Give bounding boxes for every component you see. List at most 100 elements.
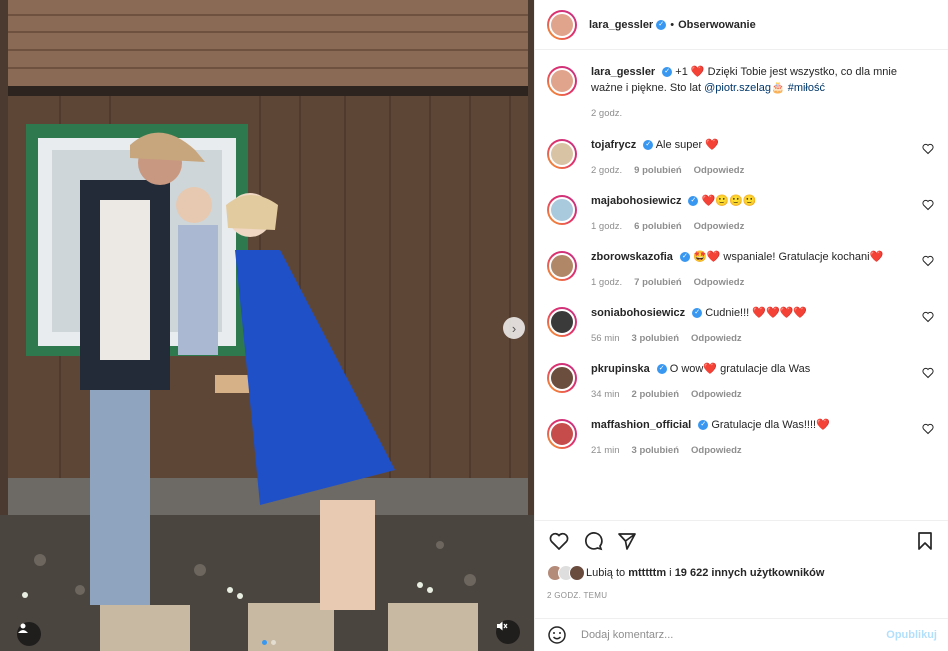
comment-icon	[585, 531, 603, 550]
comment-like-heart-icon[interactable]	[922, 199, 934, 211]
comment-likes[interactable]: 2 polubień	[632, 389, 680, 400]
caption-text: lara_gessler ✓ +1 ❤️ Dzięki Tobie jest ws…	[591, 64, 914, 96]
tagged-users-button[interactable]	[17, 622, 41, 646]
header-separator: •	[670, 18, 675, 31]
caption-row: lara_gessler ✓ +1 ❤️ Dzięki Tobie jest ws…	[547, 64, 936, 119]
commenter-avatar[interactable]	[547, 363, 577, 393]
comment-like-heart-icon[interactable]	[922, 255, 934, 267]
next-media-button[interactable]: ›	[503, 317, 525, 339]
heart-outline-icon	[549, 532, 569, 550]
follow-status-button[interactable]: Obserwowanie	[678, 19, 756, 31]
post-comment-button[interactable]: Opublikuj	[886, 629, 937, 641]
comment-body: O wow❤️ gratulacje dla Was	[669, 363, 811, 375]
verified-badge-icon: ✓	[692, 308, 703, 319]
comments-list[interactable]: lara_gessler ✓ +1 ❤️ Dzięki Tobie jest ws…	[535, 50, 948, 520]
post-header: lara_gessler ✓ • Obserwowanie	[535, 0, 948, 50]
post-sidebar: lara_gessler ✓ • Obserwowanie lara_gessl…	[534, 0, 948, 651]
comment-text: zborowskazofia ✓ 🤩❤️ wspaniale! Gratulacj…	[591, 249, 914, 265]
comment-likes[interactable]: 6 polubień	[634, 221, 682, 232]
comment-row: soniabohosiewicz ✓ Cudnie!!! ❤️❤️❤️❤️ 56 …	[547, 305, 936, 344]
likes-summary[interactable]: Lubią to mtttttm i 19 622 innych użytkow…	[547, 565, 824, 581]
comment-body: ❤️🙂🙂🙂	[701, 195, 757, 207]
commenter-username[interactable]: maffashion_official	[591, 419, 691, 431]
likes-middle: i	[669, 567, 672, 579]
comment-time: 1 godz.	[591, 221, 623, 232]
comment-text: majabohosiewicz ✓ ❤️🙂🙂🙂	[591, 193, 914, 209]
caption-mention-link[interactable]: @piotr.szelag	[704, 82, 771, 94]
add-comment-bar: Opublikuj	[535, 618, 948, 651]
comment-like-heart-icon[interactable]	[922, 367, 934, 379]
comment-body: 🤩❤️ wspaniale! Gratulacje kochani❤️	[692, 251, 884, 263]
comment-like-heart-icon[interactable]	[922, 311, 934, 323]
mute-button[interactable]	[496, 620, 520, 644]
reply-button[interactable]: Odpowiedz	[691, 445, 742, 456]
author-avatar[interactable]	[547, 66, 577, 96]
comment-button[interactable]	[581, 529, 605, 553]
caption-emoji: 🎂	[770, 82, 785, 94]
save-button[interactable]	[913, 529, 937, 553]
caption-hashtag-link[interactable]: #miłość	[788, 82, 825, 94]
post-actions	[535, 520, 948, 560]
verified-badge-icon: ✓	[662, 67, 673, 78]
emoji-icon[interactable]	[547, 625, 567, 645]
post-timestamp: 2 GODZ. TEMU	[547, 591, 608, 600]
commenter-avatar[interactable]	[547, 251, 577, 281]
reply-button[interactable]: Odpowiedz	[694, 165, 745, 176]
comment-like-heart-icon[interactable]	[922, 423, 934, 435]
comment-time: 1 godz.	[591, 277, 623, 288]
liker-avatars	[547, 565, 585, 581]
verified-badge-icon: ✓	[698, 420, 709, 431]
comment-row: tojafrycz ✓ Ale super ❤️ 2 godz. 9 polubi…	[547, 137, 936, 176]
commenter-username[interactable]: zborowskazofia	[591, 251, 673, 263]
paper-plane-icon	[618, 532, 636, 550]
commenter-username[interactable]: pkrupinska	[591, 363, 650, 375]
author-username[interactable]: lara_gessler	[589, 19, 653, 31]
comment-row: pkrupinska ✓ O wow❤️ gratulacje dla Was 3…	[547, 361, 936, 400]
comment-text: maffashion_official ✓ Gratulacje dla Was!…	[591, 417, 914, 433]
user-icon	[18, 623, 28, 633]
caption-prefix: +1	[675, 66, 691, 78]
comment-text: soniabohosiewicz ✓ Cudnie!!! ❤️❤️❤️❤️	[591, 305, 914, 321]
liker-avatar	[569, 565, 585, 581]
comment-likes[interactable]: 3 polubień	[632, 445, 680, 456]
caption-time: 2 godz.	[591, 108, 623, 119]
commenter-username[interactable]: majabohosiewicz	[591, 195, 681, 207]
reply-button[interactable]: Odpowiedz	[691, 333, 742, 344]
caption-username[interactable]: lara_gessler	[591, 66, 655, 78]
comment-text: tojafrycz ✓ Ale super ❤️	[591, 137, 914, 153]
commenter-username[interactable]: tojafrycz	[591, 139, 636, 151]
comment-text: pkrupinska ✓ O wow❤️ gratulacje dla Was	[591, 361, 914, 377]
commenter-avatar[interactable]	[547, 419, 577, 449]
likes-user[interactable]: mtttttm	[628, 567, 666, 579]
post-media[interactable]: ›	[0, 0, 534, 651]
verified-badge-icon: ✓	[688, 196, 699, 207]
comment-row: zborowskazofia ✓ 🤩❤️ wspaniale! Gratulacj…	[547, 249, 936, 288]
commenter-avatar[interactable]	[547, 139, 577, 169]
comment-body: Ale super ❤️	[655, 139, 719, 151]
likes-prefix: Lubią to	[586, 567, 626, 579]
comment-row: maffashion_official ✓ Gratulacje dla Was!…	[547, 417, 936, 456]
comment-time: 21 min	[591, 445, 620, 456]
comment-time: 34 min	[591, 389, 620, 400]
share-button[interactable]	[615, 529, 639, 553]
carousel-dot-active	[262, 640, 267, 645]
reply-button[interactable]: Odpowiedz	[694, 221, 745, 232]
commenter-avatar[interactable]	[547, 307, 577, 337]
like-button[interactable]	[547, 529, 571, 553]
likes-others[interactable]: 19 622 innych użytkowników	[675, 567, 825, 579]
comment-likes[interactable]: 7 polubień	[634, 277, 682, 288]
verified-badge-icon: ✓	[656, 364, 667, 375]
author-avatar[interactable]	[547, 9, 577, 40]
comment-input[interactable]	[581, 629, 887, 641]
verified-badge-icon: ✓	[679, 252, 690, 263]
comment-likes[interactable]: 3 polubień	[632, 333, 680, 344]
reply-button[interactable]: Odpowiedz	[694, 277, 745, 288]
comment-like-heart-icon[interactable]	[922, 143, 934, 155]
post-photo	[0, 0, 534, 651]
comment-body: Cudnie!!! ❤️❤️❤️❤️	[705, 307, 808, 319]
comment-likes[interactable]: 9 polubień	[634, 165, 682, 176]
comment-time: 56 min	[591, 333, 620, 344]
reply-button[interactable]: Odpowiedz	[691, 389, 742, 400]
commenter-avatar[interactable]	[547, 195, 577, 225]
commenter-username[interactable]: soniabohosiewicz	[591, 307, 685, 319]
